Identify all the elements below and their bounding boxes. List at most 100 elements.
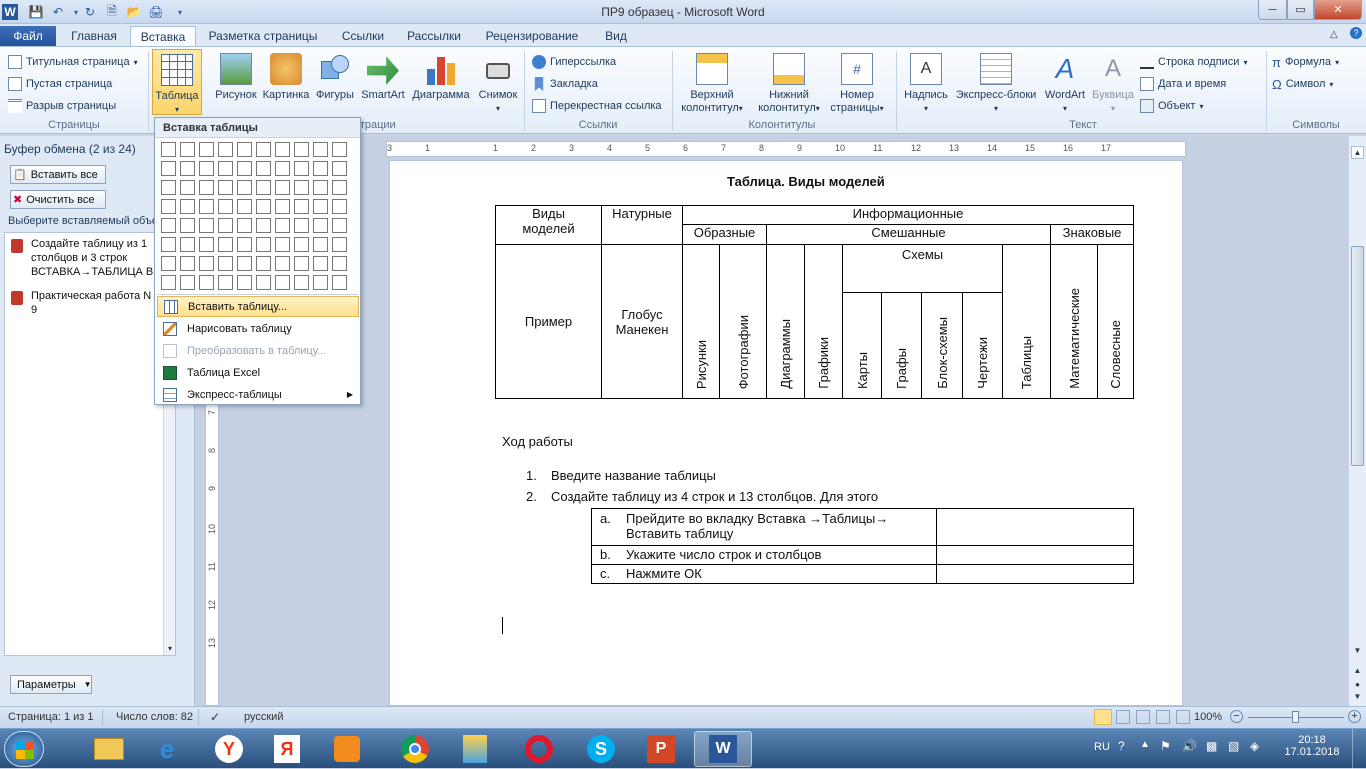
- grid-cell[interactable]: [218, 161, 233, 176]
- table-cell[interactable]: Рисунки: [682, 244, 720, 399]
- table-cell[interactable]: Графы: [881, 292, 922, 399]
- table-cell[interactable]: Диаграммы: [766, 244, 805, 399]
- grid-cell[interactable]: [313, 275, 328, 290]
- screenshot-button[interactable]: Снимок ▾: [474, 49, 522, 115]
- grid-cell[interactable]: [199, 142, 214, 157]
- grid-cell[interactable]: [180, 218, 195, 233]
- quick-parts-button[interactable]: Экспресс-блоки ▾: [952, 49, 1040, 115]
- table-cell[interactable]: Фотографии: [719, 244, 767, 399]
- bookmark-button[interactable]: Закладка: [532, 75, 598, 93]
- grid-cell[interactable]: [294, 199, 309, 214]
- grid-cell[interactable]: [294, 180, 309, 195]
- start-button[interactable]: [4, 731, 44, 767]
- tab-file[interactable]: Файл: [0, 26, 56, 47]
- grid-cell[interactable]: [313, 142, 328, 157]
- grid-cell[interactable]: [218, 218, 233, 233]
- help-tray-icon[interactable]: ?: [1118, 739, 1125, 753]
- grid-cell[interactable]: [294, 256, 309, 271]
- word-taskbar-icon[interactable]: W: [694, 731, 752, 767]
- grid-cell[interactable]: [256, 161, 271, 176]
- grid-cell[interactable]: [275, 218, 290, 233]
- footer-button[interactable]: Нижний колонтитул▾: [752, 49, 826, 115]
- grid-cell[interactable]: [237, 180, 252, 195]
- table-cell[interactable]: Информационные: [682, 204, 1134, 226]
- grid-cell[interactable]: [275, 161, 290, 176]
- word-count[interactable]: Число слов: 82: [116, 711, 193, 723]
- grid-cell[interactable]: [199, 161, 214, 176]
- zoom-out-icon[interactable]: −: [1230, 710, 1243, 723]
- grid-cell[interactable]: [161, 237, 176, 252]
- grid-cell[interactable]: [275, 180, 290, 195]
- vertical-scrollbar[interactable]: ▲ ▼ ▲ ● ▼: [1348, 136, 1366, 706]
- powerpoint-taskbar-icon[interactable]: P: [632, 731, 690, 767]
- grid-cell[interactable]: [313, 161, 328, 176]
- grid-cell[interactable]: [332, 218, 347, 233]
- grid-cell[interactable]: [180, 237, 195, 252]
- page-break-button[interactable]: Разрыв страницы: [8, 97, 116, 115]
- date-time-button[interactable]: Дата и время: [1140, 75, 1226, 93]
- chart-button[interactable]: Диаграмма: [408, 49, 474, 102]
- grid-cell[interactable]: [237, 256, 252, 271]
- web-layout-view-icon[interactable]: [1136, 710, 1150, 724]
- grid-cell[interactable]: [294, 142, 309, 157]
- maximize-button[interactable]: ▭: [1287, 0, 1314, 20]
- grid-cell[interactable]: [180, 256, 195, 271]
- ie-taskbar-icon[interactable]: e: [138, 731, 196, 767]
- draft-view-icon[interactable]: [1176, 710, 1190, 724]
- table-cell[interactable]: b. Укажите число строк и столбцов: [590, 545, 938, 565]
- table-cell[interactable]: Смешанные: [766, 224, 1051, 246]
- grid-cell[interactable]: [237, 275, 252, 290]
- table-cell[interactable]: Таблицы: [1002, 244, 1051, 399]
- grid-cell[interactable]: [199, 218, 214, 233]
- help-icon[interactable]: ?: [1350, 27, 1362, 39]
- table-cell[interactable]: Пример: [495, 244, 602, 399]
- show-hidden-icons[interactable]: ▲: [1140, 739, 1150, 750]
- input-language[interactable]: RU: [1094, 741, 1110, 753]
- grid-cell[interactable]: [199, 275, 214, 290]
- grid-cell[interactable]: [313, 256, 328, 271]
- wordart-button[interactable]: A WordArt ▾: [1040, 49, 1090, 115]
- table-cell[interactable]: [936, 545, 1134, 565]
- scroll-thumb[interactable]: [1351, 246, 1364, 466]
- media-taskbar-icon[interactable]: [318, 731, 376, 767]
- grid-cell[interactable]: [237, 161, 252, 176]
- explorer-taskbar-icon[interactable]: [80, 731, 138, 767]
- grid-cell[interactable]: [275, 256, 290, 271]
- grid-cell[interactable]: [256, 180, 271, 195]
- table-cell[interactable]: Графики: [804, 244, 843, 399]
- chrome-taskbar-icon[interactable]: [386, 731, 444, 767]
- table-cell[interactable]: Глобус Манекен: [601, 244, 683, 399]
- grid-cell[interactable]: [161, 161, 176, 176]
- tab-review[interactable]: Рецензирование: [478, 26, 586, 47]
- grid-cell[interactable]: [313, 199, 328, 214]
- spellcheck-icon[interactable]: ✓: [210, 710, 220, 724]
- grid-cell[interactable]: [180, 199, 195, 214]
- table-cell[interactable]: Виды моделей: [495, 204, 602, 246]
- table-cell[interactable]: c. Нажмите ОК: [590, 564, 938, 584]
- shapes-button[interactable]: Фигуры: [312, 49, 358, 102]
- grid-cell[interactable]: [237, 199, 252, 214]
- table-cell[interactable]: Натурные: [601, 204, 683, 246]
- table-cell[interactable]: Схемы: [842, 244, 1003, 294]
- grid-cell[interactable]: [275, 199, 290, 214]
- scroll-up-icon[interactable]: ▲: [1351, 146, 1364, 159]
- scroll-down-icon[interactable]: ▼: [1351, 646, 1364, 659]
- document-page[interactable]: Таблица. Виды моделей Виды моделей Натурн…: [389, 160, 1183, 706]
- grid-cell[interactable]: [256, 237, 271, 252]
- grid-cell[interactable]: [161, 180, 176, 195]
- equation-button[interactable]: π Формула ▾: [1272, 53, 1339, 71]
- convert-to-table-menu-item[interactable]: Преобразовать в таблицу...: [157, 340, 359, 361]
- grid-cell[interactable]: [275, 237, 290, 252]
- grid-cell[interactable]: [161, 199, 176, 214]
- grid-cell[interactable]: [256, 275, 271, 290]
- table-size-grid[interactable]: [161, 142, 353, 292]
- grid-cell[interactable]: [275, 275, 290, 290]
- previous-page-icon[interactable]: ▲: [1351, 666, 1364, 679]
- device-icon[interactable]: ▧: [1228, 739, 1239, 753]
- tab-view[interactable]: Вид: [596, 26, 636, 47]
- grid-cell[interactable]: [294, 275, 309, 290]
- grid-cell[interactable]: [313, 218, 328, 233]
- table-cell[interactable]: Знаковые: [1050, 224, 1134, 246]
- yandex-search-taskbar-icon[interactable]: Я: [258, 731, 316, 767]
- grid-cell[interactable]: [332, 237, 347, 252]
